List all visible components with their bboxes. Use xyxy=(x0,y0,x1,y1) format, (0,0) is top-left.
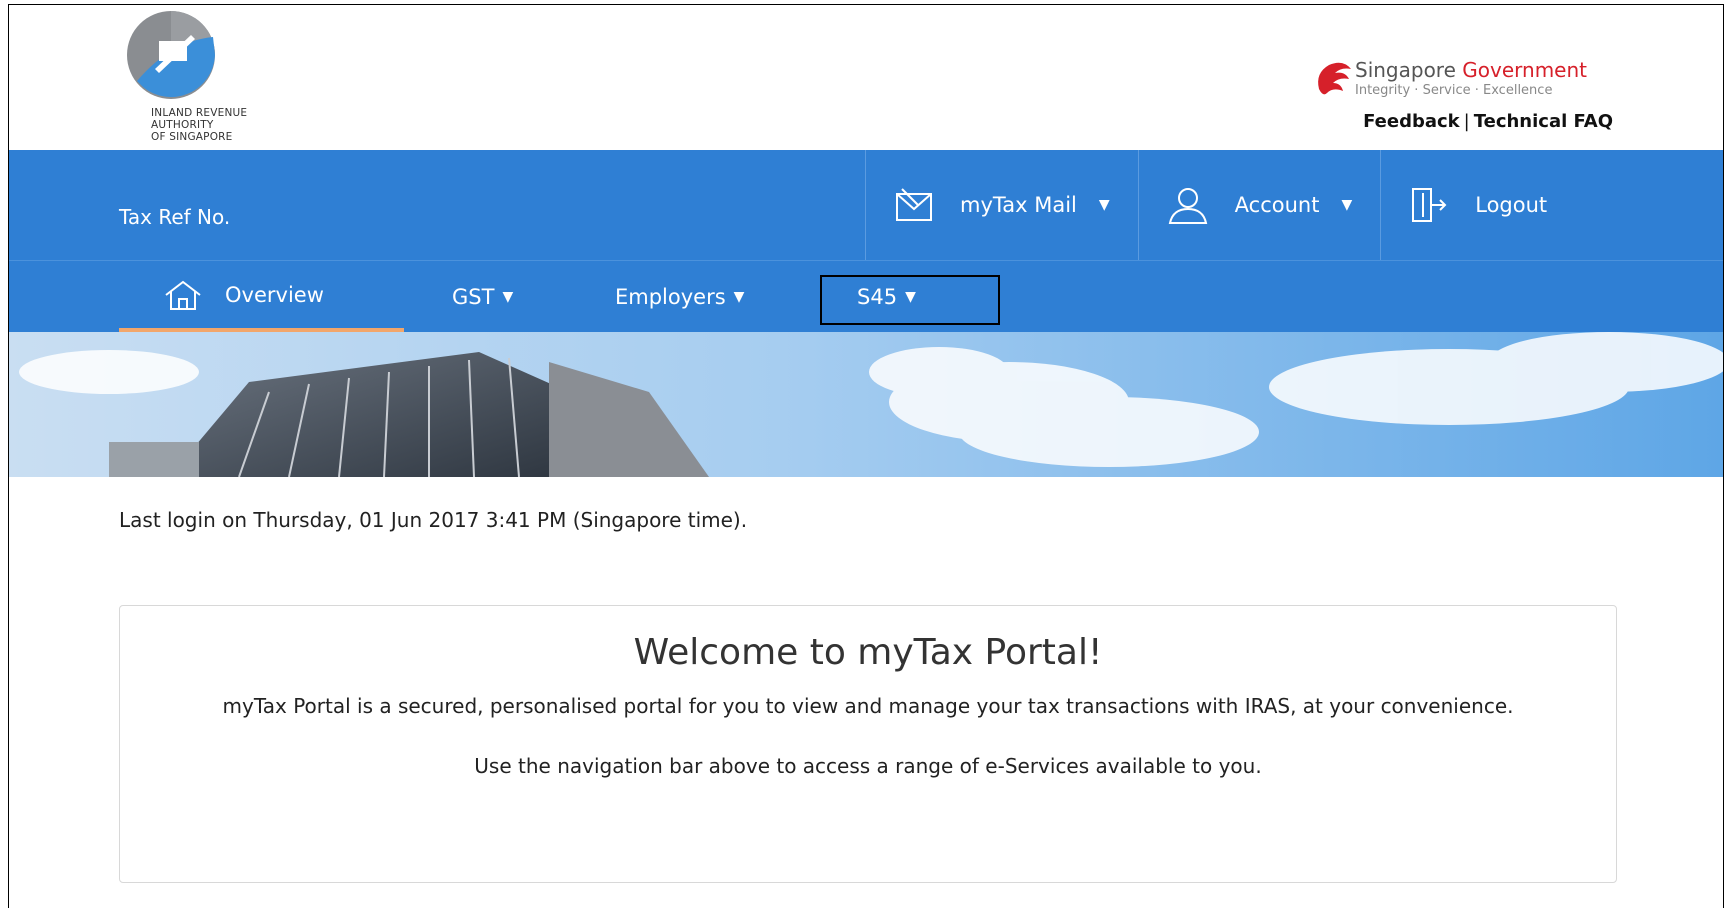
welcome-hint: Use the navigation bar above to access a… xyxy=(474,754,1262,778)
account-label: Account xyxy=(1234,193,1320,217)
nav-employers[interactable]: Employers ▼ xyxy=(615,261,744,332)
tax-ref-label: Tax Ref No. xyxy=(119,205,231,229)
chevron-down-icon: ▼ xyxy=(733,288,745,305)
chevron-down-icon: ▼ xyxy=(1098,197,1110,213)
header-links: Feedback | Technical FAQ xyxy=(1363,111,1613,132)
top-bar: Tax Ref No. myTax Mail ▼ Account ▼ Logou… xyxy=(9,150,1723,260)
page-frame: INLAND REVENUE AUTHORITY OF SINGAPORE Si… xyxy=(8,4,1724,908)
banner-image xyxy=(9,332,1723,477)
hero-banner xyxy=(9,332,1723,477)
nav-overview-label: Overview xyxy=(225,282,324,307)
nav-employers-label: Employers xyxy=(615,284,726,309)
welcome-description: myTax Portal is a secured, personalised … xyxy=(222,694,1514,718)
link-separator: | xyxy=(1463,111,1470,132)
last-login-text: Last login on Thursday, 01 Jun 2017 3:41… xyxy=(119,508,748,532)
mytax-mail-menu[interactable]: myTax Mail ▼ xyxy=(865,150,1138,260)
technical-faq-link[interactable]: Technical FAQ xyxy=(1474,111,1613,132)
welcome-title: Welcome to myTax Portal! xyxy=(633,632,1103,673)
top-nav: myTax Mail ▼ Account ▼ Logout xyxy=(865,150,1575,260)
user-icon xyxy=(1168,188,1207,224)
logout-icon xyxy=(1412,188,1447,222)
gov-title: Singapore Government xyxy=(1355,58,1587,82)
mail-icon xyxy=(896,188,932,221)
highlight-box xyxy=(820,275,1000,325)
logout-button[interactable]: Logout xyxy=(1380,150,1575,260)
home-icon xyxy=(165,280,201,310)
nav-overview[interactable]: Overview xyxy=(119,261,404,332)
account-menu[interactable]: Account ▼ xyxy=(1137,150,1381,260)
gov-tagline: Integrity · Service · Excellence xyxy=(1355,83,1553,98)
main-nav: Overview GST ▼ Employers ▼ S45 ▼ xyxy=(9,260,1723,332)
site-header: INLAND REVENUE AUTHORITY OF SINGAPORE Si… xyxy=(9,5,1723,150)
lion-head-icon xyxy=(1318,62,1351,95)
logo-text: INLAND REVENUE AUTHORITY OF SINGAPORE xyxy=(151,107,248,143)
iras-logo-icon xyxy=(127,11,215,99)
nav-gst-label: GST xyxy=(452,284,495,309)
welcome-card: Welcome to myTax Portal! myTax Portal is… xyxy=(119,605,1617,883)
chevron-down-icon: ▼ xyxy=(502,288,514,305)
logout-label: Logout xyxy=(1475,193,1548,217)
gov-title-singapore: Singapore xyxy=(1355,58,1463,82)
chevron-down-icon: ▼ xyxy=(1341,197,1353,213)
gov-title-government: Government xyxy=(1462,58,1587,82)
iras-logo[interactable]: INLAND REVENUE AUTHORITY OF SINGAPORE xyxy=(119,11,289,147)
feedback-link[interactable]: Feedback xyxy=(1363,111,1460,132)
singapore-government-brand: Singapore Government Integrity · Service… xyxy=(1273,53,1613,133)
mytax-mail-label: myTax Mail xyxy=(960,193,1077,217)
nav-gst[interactable]: GST ▼ xyxy=(452,261,513,332)
